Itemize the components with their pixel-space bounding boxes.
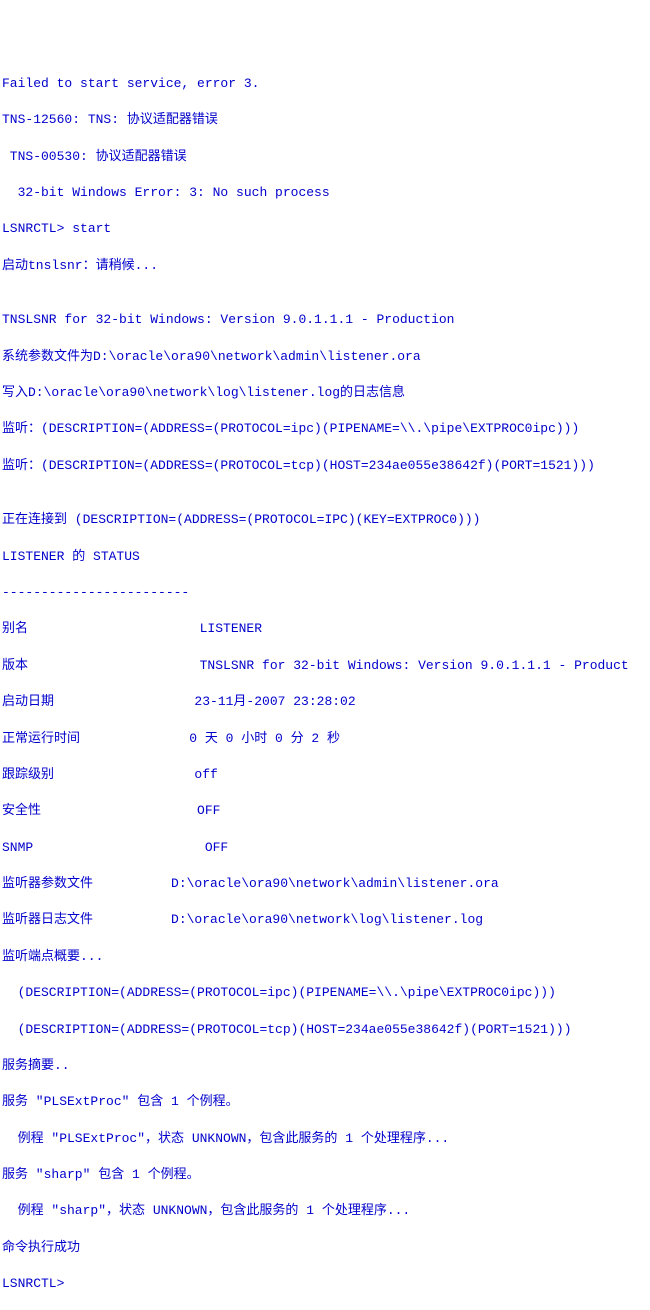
terminal-line: 32-bit Windows Error: 3: No such process [2,184,648,202]
terminal-line: LISTENER 的 STATUS [2,548,648,566]
terminal-line: 命令执行成功 [2,1239,648,1257]
prompt-text: LSNRCTL> [2,1276,64,1291]
terminal-line: 监听：(DESCRIPTION=(ADDRESS=(PROTOCOL=ipc)(… [2,420,648,438]
terminal-line: 监听器参数文件 D:\oracle\ora90\network\admin\li… [2,875,648,893]
terminal-line: 例程 "PLSExtProc"，状态 UNKNOWN，包含此服务的 1 个处理程… [2,1130,648,1148]
terminal-line: 启动tnslsnr：请稍候... [2,257,648,275]
terminal-line: 正在连接到 (DESCRIPTION=(ADDRESS=(PROTOCOL=IP… [2,511,648,529]
terminal-line: 服务 "sharp" 包含 1 个例程。 [2,1166,648,1184]
prompt-line-start: LSNRCTL> start [2,220,648,238]
terminal-line: 版本 TNSLSNR for 32-bit Windows: Version 9… [2,657,648,675]
terminal-line: TNS-00530: 协议适配器错误 [2,148,648,166]
terminal-line: (DESCRIPTION=(ADDRESS=(PROTOCOL=ipc)(PIP… [2,984,648,1002]
terminal-line: 服务 "PLSExtProc" 包含 1 个例程。 [2,1093,648,1111]
terminal-line: 系统参数文件为D:\oracle\ora90\network\admin\lis… [2,348,648,366]
terminal-line: (DESCRIPTION=(ADDRESS=(PROTOCOL=tcp)(HOS… [2,1021,648,1039]
terminal-line: 安全性 OFF [2,802,648,820]
terminal-line: 跟踪级别 off [2,766,648,784]
terminal-line: 写入D:\oracle\ora90\network\log\listener.l… [2,384,648,402]
terminal-line: 监听器日志文件 D:\oracle\ora90\network\log\list… [2,911,648,929]
terminal-line: ------------------------ [2,584,648,602]
terminal-line: 正常运行时间 0 天 0 小时 0 分 2 秒 [2,730,648,748]
terminal-line: TNSLSNR for 32-bit Windows: Version 9.0.… [2,311,648,329]
terminal-line: Failed to start service, error 3. [2,75,648,93]
terminal-line: 别名 LISTENER [2,620,648,638]
terminal-line: 监听：(DESCRIPTION=(ADDRESS=(PROTOCOL=tcp)(… [2,457,648,475]
terminal-line: 例程 "sharp"，状态 UNKNOWN，包含此服务的 1 个处理程序... [2,1202,648,1220]
terminal-line: 监听端点概要... [2,948,648,966]
terminal-line: 启动日期 23-11月-2007 23:28:02 [2,693,648,711]
terminal-line: TNS-12560: TNS: 协议适配器错误 [2,111,648,129]
terminal-line: 服务摘要.. [2,1057,648,1075]
prompt-line-input[interactable]: LSNRCTL> [2,1275,648,1293]
terminal-line: SNMP OFF [2,839,648,857]
